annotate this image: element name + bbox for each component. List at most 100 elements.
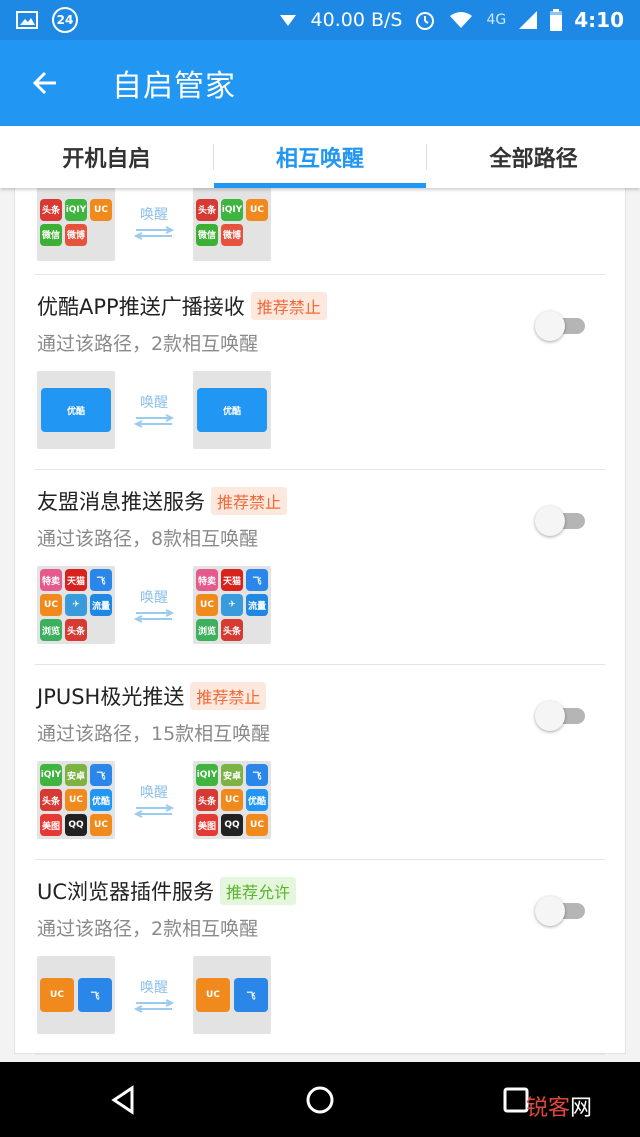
item-title: UC浏览器插件服务 — [37, 880, 215, 904]
liulan-app-icon: 浏览 — [40, 619, 62, 641]
wakeup-relation: UC 飞唤醒 UC 飞 — [37, 956, 271, 1034]
tab-all-paths[interactable]: 全部路径 — [427, 126, 640, 188]
uc-app-icon: UC — [90, 198, 112, 221]
toutiao-app-icon: 头条 — [196, 198, 218, 221]
youku-app-icon: 优酷 — [41, 388, 111, 432]
wakeup-label: 唤醒 — [140, 590, 168, 606]
recommendation-badge: 推荐禁止 — [211, 487, 288, 515]
wechat-app-icon: 微信 — [40, 223, 62, 246]
source-apps-group: iQIY 安卓飞头条 UC 优酷 美图 QQ UC — [37, 761, 115, 839]
wakeup-path-item: UC浏览器插件服务 推荐允许 通过该路径，2款相互唤醒 UC 飞唤醒 UC 飞 — [35, 860, 605, 1055]
toutiao-app-icon: 头条 — [40, 789, 62, 811]
tmall-app-icon: 天猫 — [65, 569, 87, 591]
item-title: 优酷APP推送广播接收 — [37, 295, 245, 319]
bidirectional-arrow-icon — [133, 609, 175, 623]
enable-toggle[interactable] — [535, 894, 587, 926]
toggle-knob — [535, 311, 565, 341]
xiuxiu-app-icon: 美图 — [196, 814, 218, 836]
nav-back-icon[interactable] — [108, 1084, 140, 1116]
youku-app-icon: 优酷 — [90, 789, 112, 811]
back-button[interactable] — [0, 40, 90, 126]
navigation-bar: 锐客网 — [0, 1062, 640, 1137]
uc-app-icon: UC — [196, 978, 230, 1012]
wechat-app-icon: 微信 — [196, 223, 218, 246]
source-apps-group: 头条 iQIY UC 微信 微博 — [37, 188, 115, 261]
target-apps-group: UC 飞 — [193, 956, 271, 1034]
alarm-icon — [416, 12, 435, 30]
android-app-icon: 安卓 — [221, 764, 243, 786]
toutiao-app-icon: 头条 — [196, 789, 218, 811]
item-subtitle: 通过该路径，15款相互唤醒 — [37, 723, 271, 745]
source-apps-group: 优酷 — [37, 371, 115, 449]
battery-icon — [550, 9, 563, 31]
page-title: 自启管家 — [112, 69, 236, 104]
item-title-row: UC浏览器插件服务 推荐允许 — [37, 876, 297, 906]
network-type-text: 4G — [486, 12, 507, 28]
wakeup-indicator: 唤醒 — [115, 587, 193, 623]
liuliang-app-icon: 流量 — [246, 594, 268, 616]
liuliang-app-icon: 流量 — [90, 594, 112, 616]
clock-time: 4:10 — [574, 8, 624, 32]
enable-toggle[interactable] — [535, 309, 587, 341]
toutiao-app-icon: 头条 — [40, 198, 62, 221]
tab-bar: 开机自启 相互唤醒 全部路径 — [0, 126, 640, 188]
uc-app-icon: UC — [246, 814, 268, 836]
download-icon — [279, 15, 296, 26]
tab-boot-autostart[interactable]: 开机自启 — [0, 126, 213, 188]
qq-app-icon: QQ — [221, 814, 243, 836]
wakeup-relation: 优酷 唤醒 优酷 — [37, 371, 271, 449]
recommendation-badge: 推荐禁止 — [190, 682, 267, 710]
app-bar: 自启管家 — [0, 40, 640, 126]
source-apps-group: 特卖 天猫飞 UC ✈ 流量 浏览 头条 — [37, 566, 115, 644]
qq-app-icon: QQ — [65, 814, 87, 836]
feiniu-app-icon: 飞 — [78, 978, 112, 1012]
android-app-icon: 安卓 — [65, 764, 87, 786]
toggle-knob — [535, 896, 565, 926]
uc-app-icon: UC — [40, 594, 62, 616]
wakeup-label: 唤醒 — [140, 980, 168, 996]
youku-app-icon: 优酷 — [246, 789, 268, 811]
tmall-app-icon: 天猫 — [221, 569, 243, 591]
target-apps-group: 头条 iQIY UC 微信 微博 — [193, 188, 271, 261]
item-subtitle: 通过该路径，2款相互唤醒 — [37, 918, 259, 940]
wakeup-path-item: JPUSH极光推送 推荐禁止 通过该路径，15款相互唤醒 iQIY 安卓飞头条 UC 优酷美… — [35, 665, 605, 860]
item-title-row: JPUSH极光推送 推荐禁止 — [37, 681, 267, 711]
target-apps-group: 优酷 — [193, 371, 271, 449]
uc-app-icon: UC — [40, 978, 74, 1012]
uc-app-icon: UC — [90, 814, 112, 836]
wakeup-path-item: 友盟消息推送服务 推荐禁止 通过该路径，8款相互唤醒 特卖 天猫飞 UC ✈ 流量 浏览 头条 唤醒… — [35, 470, 605, 665]
weibo-app-icon: 微博 — [65, 223, 87, 246]
paper-app-icon: ✈ — [65, 594, 87, 616]
enable-toggle[interactable] — [535, 504, 587, 536]
iqiyi-app-icon: iQIY — [40, 764, 62, 786]
wakeup-relation: 特卖 天猫飞 UC ✈ 流量 浏览 头条 唤醒 特卖 天猫飞 UC ✈ 流量 浏览 头条 — [37, 566, 271, 644]
uc-app-icon: UC — [196, 594, 218, 616]
wakeup-relation: 头条 iQIY UC 微信 微博 唤醒 头条 iQIY UC 微信 微博 — [37, 188, 271, 261]
bidirectional-arrow-icon — [133, 999, 175, 1013]
uc-app-icon: UC — [246, 198, 268, 221]
wakeup-path-item: 优酷APP推送广播接收 推荐禁止 通过该路径，2款相互唤醒 优酷 唤醒 优酷 — [35, 275, 605, 470]
item-title: JPUSH极光推送 — [37, 685, 185, 709]
target-apps-group: 特卖 天猫飞 UC ✈ 流量 浏览 头条 — [193, 566, 271, 644]
wakeup-label: 唤醒 — [140, 395, 168, 411]
wakeup-path-item: 头条 iQIY UC 微信 微博 唤醒 头条 iQIY UC 微信 微博 — [35, 188, 605, 275]
source-apps-group: UC 飞 — [37, 956, 115, 1034]
uc-app-icon: UC — [221, 789, 243, 811]
iqiyi-app-icon: iQIY — [196, 764, 218, 786]
item-subtitle: 通过该路径，2款相互唤醒 — [37, 333, 259, 355]
item-title-row: 友盟消息推送服务 推荐禁止 — [37, 486, 288, 516]
status-bar: 24 40.00 B/S 4G 4:10 — [0, 0, 640, 40]
feiniu-app-icon: 飞 — [90, 569, 112, 591]
wakeup-indicator: 唤醒 — [115, 977, 193, 1013]
feiniu-app-icon: 飞 — [246, 569, 268, 591]
tab-mutual-wakeup[interactable]: 相互唤醒 — [213, 126, 427, 188]
bidirectional-arrow-icon — [133, 414, 175, 428]
nav-home-icon[interactable] — [304, 1084, 336, 1116]
recommendation-badge: 推荐允许 — [220, 877, 297, 905]
feiniu-app-icon: 飞 — [234, 978, 268, 1012]
feiniu-app-icon: 飞 — [90, 764, 112, 786]
toggle-knob — [535, 506, 565, 536]
wakeup-indicator: 唤醒 — [115, 392, 193, 428]
content-area[interactable]: 头条 iQIY UC 微信 微博 唤醒 头条 iQIY UC 微信 微博 优酷APP推送广播接收 推荐禁… — [0, 188, 640, 1062]
enable-toggle[interactable] — [535, 699, 587, 731]
